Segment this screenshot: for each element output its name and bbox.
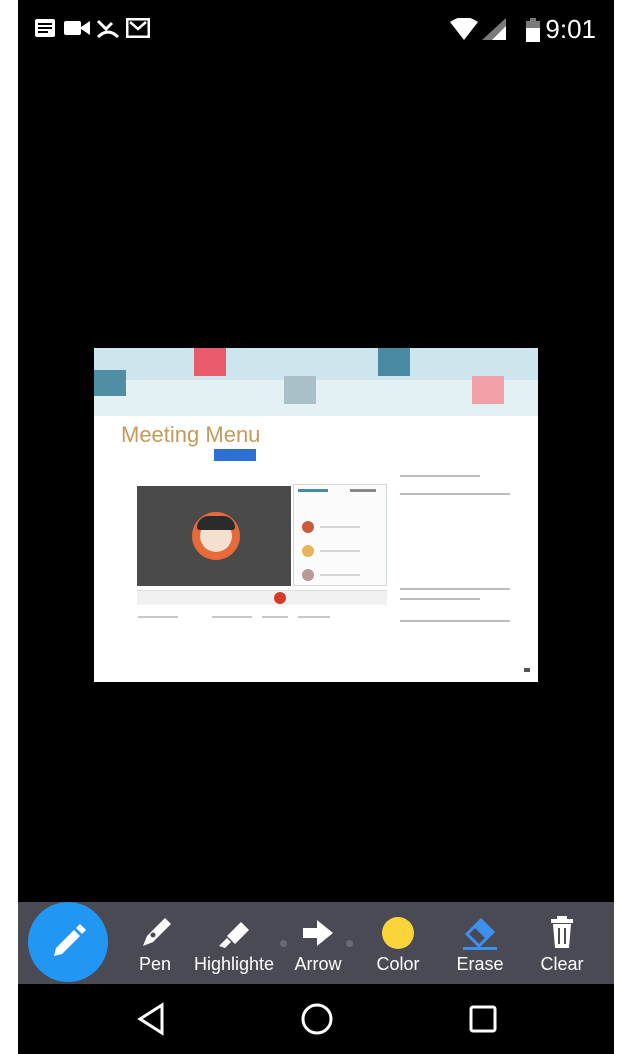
slide-title: Meeting Menu [121,422,261,447]
pager-dot [280,940,287,947]
status-bar: 9:01 [18,0,614,60]
annotate-fab-button[interactable] [28,902,108,982]
panel-tab [350,489,376,492]
slide-leave-button [274,592,286,604]
pen-icon [143,918,171,946]
slide-caption [138,616,178,618]
video-camera-icon [64,21,90,35]
navigation-bar [18,984,614,1054]
pager-dot [346,940,353,947]
participant-avatar [302,569,314,581]
wifi-icon [450,18,478,40]
color-swatch-icon [382,917,414,949]
phone-screen: 9:01 Meeting Menu Pen Highlighte Arrow C… [18,0,614,1054]
shared-slide[interactable]: Meeting Menu [94,348,538,682]
slide-control-bar [137,590,387,605]
tool-erase-label: Erase [456,954,504,974]
home-icon[interactable] [300,1002,334,1036]
slide-caption [298,616,330,618]
tool-pen[interactable]: Pen [130,902,180,984]
slide-subtitle-bar [118,449,268,461]
tool-color-label: Color [376,954,420,974]
tool-highlighter-label: Highlighte [193,954,275,974]
slide-caption [262,616,288,618]
slide-page-number [524,668,530,672]
tool-arrow-label: Arrow [294,954,342,974]
slide-annotation [400,598,480,600]
battery-icon [526,18,540,42]
signal-icon [482,18,506,40]
highlighter-icon [219,922,249,948]
participant-line [320,526,360,528]
tool-arrow[interactable]: Arrow [288,902,348,984]
arrow-icon [303,920,333,946]
slide-video-area [137,486,291,586]
notes-icon [35,19,55,37]
decor-square [378,348,410,376]
participant-avatar [302,521,314,533]
participant-line [320,574,360,576]
tool-pen-label: Pen [138,954,172,974]
tool-clear[interactable]: Clear [534,902,590,984]
mail-icon [126,18,150,38]
recents-icon[interactable] [468,1002,498,1036]
tool-highlighter[interactable]: Highlighte [188,902,280,984]
slide-annotation [400,475,480,477]
participant-avatar [302,545,314,557]
back-icon[interactable] [136,1002,166,1036]
tool-color[interactable]: Color [370,902,426,984]
missed-call-icon [96,19,120,38]
decor-square [194,348,226,376]
slide-annotation [400,493,510,495]
decor-square [94,370,126,396]
decor-square [472,376,504,404]
trash-icon [551,916,573,948]
decor-square [284,376,316,404]
pencil-icon [54,924,86,956]
tool-erase[interactable]: Erase [452,902,508,984]
participant-line [320,550,360,552]
avatar-hair [197,516,235,530]
slide-annotation [400,588,510,590]
status-time: 9:01 [545,14,596,44]
slide-caption [212,616,252,618]
tool-clear-label: Clear [540,954,584,974]
eraser-icon [463,917,497,950]
slide-annotation [400,620,510,622]
panel-tab [298,489,328,492]
slide-participants-panel [293,484,387,586]
